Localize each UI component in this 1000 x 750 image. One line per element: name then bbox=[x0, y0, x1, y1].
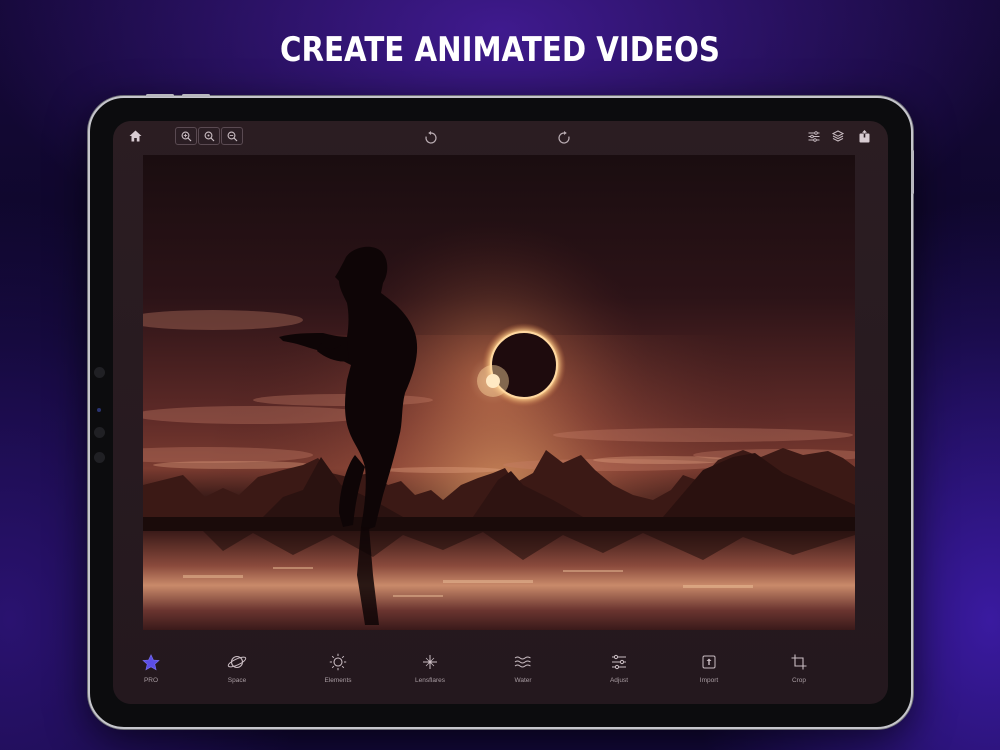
adjust-icon bbox=[608, 651, 630, 673]
tool-label-crop: Crop bbox=[791, 677, 807, 684]
camera-dot-1 bbox=[94, 367, 105, 378]
tool-adjust[interactable]: Adjust bbox=[579, 651, 659, 701]
tool-space[interactable]: Space bbox=[197, 651, 277, 701]
tool-import[interactable]: Import bbox=[669, 651, 749, 701]
tool-pro[interactable]: PRO bbox=[113, 651, 191, 701]
home-icon[interactable] bbox=[125, 127, 145, 145]
camera-dot-4 bbox=[94, 452, 105, 463]
zoom-out-icon bbox=[227, 131, 237, 141]
headline: CREATE ANIMATED VIDEOS bbox=[280, 30, 720, 70]
tool-label-space: Space bbox=[227, 677, 247, 684]
layers-icon[interactable] bbox=[828, 127, 848, 145]
star-icon bbox=[140, 651, 162, 673]
zoom-in-button[interactable] bbox=[175, 127, 197, 145]
zoom-in-icon bbox=[181, 131, 191, 141]
tool-label-lensflares: Lensflares bbox=[415, 677, 445, 684]
artwork-image bbox=[143, 155, 855, 630]
tool-label-elements: Elements bbox=[324, 677, 352, 684]
undo-icon[interactable] bbox=[421, 129, 441, 147]
planet-icon bbox=[226, 651, 248, 673]
share-icon[interactable] bbox=[854, 127, 874, 145]
app-screen: PRO Space Elements Lensflares Water Adju… bbox=[113, 121, 888, 704]
camera-dot-2 bbox=[97, 408, 101, 412]
zoom-reset-button[interactable] bbox=[198, 127, 220, 145]
tool-label-import: Import bbox=[699, 677, 719, 684]
import-icon bbox=[698, 651, 720, 673]
tool-label-adjust: Adjust bbox=[609, 677, 629, 684]
tool-water[interactable]: Water bbox=[483, 651, 563, 701]
crop-icon bbox=[788, 651, 810, 673]
zoom-reset-icon bbox=[204, 131, 214, 141]
side-button bbox=[911, 150, 914, 194]
bottom-toolbar: PRO Space Elements Lensflares Water Adju… bbox=[113, 641, 888, 704]
tool-crop[interactable]: Crop bbox=[759, 651, 839, 701]
sparkle-icon bbox=[419, 651, 441, 673]
waves-icon bbox=[512, 651, 534, 673]
tool-label-water: Water bbox=[514, 677, 532, 684]
sun-icon bbox=[327, 651, 349, 673]
tool-label-pro: PRO bbox=[143, 677, 159, 684]
redo-icon[interactable] bbox=[554, 129, 574, 147]
tool-lensflares[interactable]: Lensflares bbox=[390, 651, 470, 701]
top-button-2 bbox=[182, 94, 210, 97]
top-toolbar bbox=[113, 121, 888, 151]
top-button-1 bbox=[146, 94, 174, 97]
sliders-icon[interactable] bbox=[804, 127, 824, 145]
camera-dot-3 bbox=[94, 427, 105, 438]
tool-elements[interactable]: Elements bbox=[298, 651, 378, 701]
image-canvas[interactable] bbox=[143, 155, 855, 630]
zoom-out-button[interactable] bbox=[221, 127, 243, 145]
